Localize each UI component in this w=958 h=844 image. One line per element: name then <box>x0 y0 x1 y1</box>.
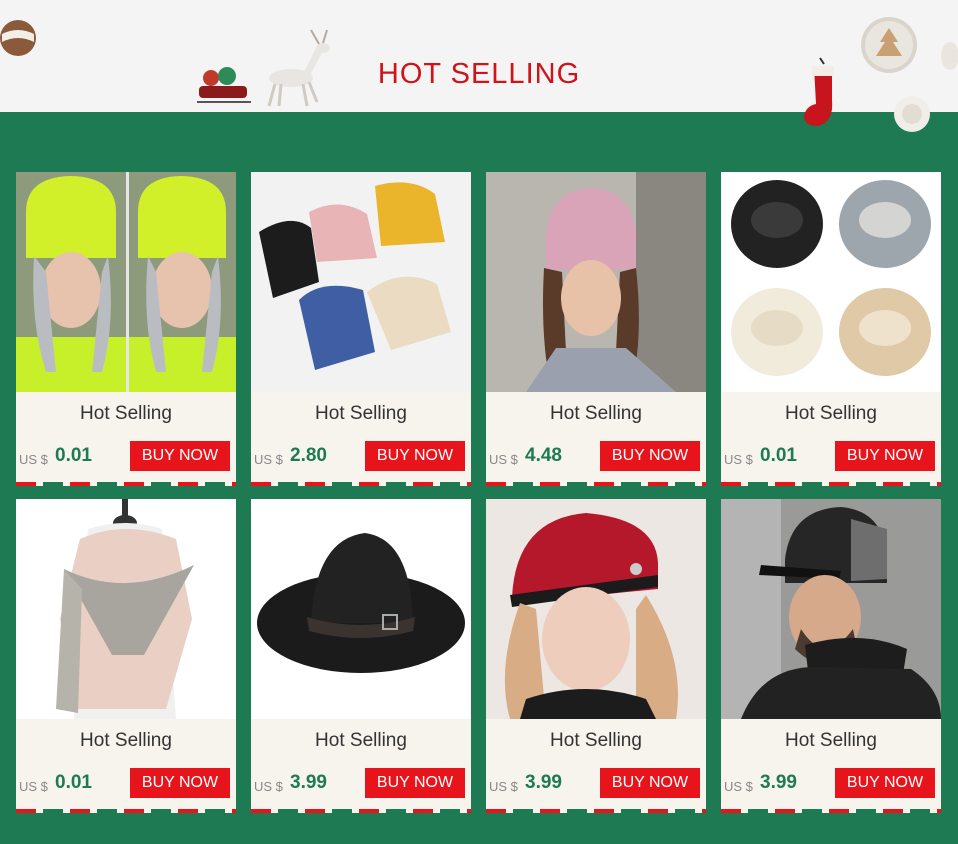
product-info: Hot Selling US $ 4.48 BUY NOW <box>486 392 706 486</box>
product-info: Hot Selling US $ 3.99 BUY NOW <box>251 719 471 813</box>
card-divider <box>16 809 236 813</box>
product-price: 0.01 <box>55 772 92 793</box>
product-info: Hot Selling US $ 3.99 BUY NOW <box>721 719 941 813</box>
product-name[interactable]: Hot Selling <box>721 403 941 425</box>
card-divider <box>251 809 471 813</box>
product-info: Hot Selling US $ 3.99 BUY NOW <box>486 719 706 813</box>
product-info: Hot Selling US $ 0.01 BUY NOW <box>16 719 236 813</box>
price-currency: US $ <box>724 779 753 794</box>
product-name[interactable]: Hot Selling <box>251 403 471 425</box>
tree-ornament-button-icon <box>861 17 917 73</box>
product-card[interactable]: Hot Selling US $ 0.01 BUY NOW <box>16 172 236 486</box>
product-price: 0.01 <box>55 445 92 466</box>
product-image[interactable] <box>251 499 471 719</box>
product-price: 4.48 <box>525 445 562 466</box>
buy-now-button[interactable]: BUY NOW <box>835 768 935 798</box>
product-image[interactable] <box>251 172 471 392</box>
pinecone-icon <box>941 42 958 70</box>
product-price: 0.01 <box>760 445 797 466</box>
price-currency: US $ <box>19 779 48 794</box>
product-name[interactable]: Hot Selling <box>251 730 471 752</box>
buy-now-button[interactable]: BUY NOW <box>600 768 700 798</box>
price-currency: US $ <box>489 779 518 794</box>
price-currency: US $ <box>19 452 48 467</box>
christmas-stocking-icon <box>804 57 834 126</box>
product-card[interactable]: Hot Selling US $ 4.48 BUY NOW <box>486 172 706 486</box>
product-price: 3.99 <box>525 772 562 793</box>
product-image[interactable] <box>16 172 236 392</box>
price-currency: US $ <box>724 452 753 467</box>
product-name[interactable]: Hot Selling <box>721 730 941 752</box>
buy-now-button[interactable]: BUY NOW <box>365 441 465 471</box>
product-card[interactable]: Hot Selling US $ 3.99 BUY NOW <box>721 499 941 813</box>
product-name[interactable]: Hot Selling <box>486 730 706 752</box>
card-divider <box>486 482 706 486</box>
product-image[interactable] <box>721 172 941 392</box>
product-image[interactable] <box>16 499 236 719</box>
card-divider <box>721 809 941 813</box>
pinecone-icon <box>894 96 930 132</box>
product-card[interactable]: Hot Selling US $ 0.01 BUY NOW <box>721 172 941 486</box>
buy-now-button[interactable]: BUY NOW <box>130 768 230 798</box>
product-price: 3.99 <box>760 772 797 793</box>
card-divider <box>251 482 471 486</box>
product-price: 2.80 <box>290 445 327 466</box>
buy-now-button[interactable]: BUY NOW <box>365 768 465 798</box>
product-card[interactable]: Hot Selling US $ 0.01 BUY NOW <box>16 499 236 813</box>
buy-now-button[interactable]: BUY NOW <box>835 441 935 471</box>
buy-now-button[interactable]: BUY NOW <box>130 441 230 471</box>
card-divider <box>16 482 236 486</box>
product-card[interactable]: Hot Selling US $ 3.99 BUY NOW <box>251 499 471 813</box>
hot-selling-banner: HOT SELLING <box>0 0 958 152</box>
product-card[interactable]: Hot Selling US $ 2.80 BUY NOW <box>251 172 471 486</box>
card-divider <box>486 809 706 813</box>
product-image[interactable] <box>486 499 706 719</box>
price-currency: US $ <box>254 452 283 467</box>
product-price: 3.99 <box>290 772 327 793</box>
buy-now-button[interactable]: BUY NOW <box>600 441 700 471</box>
product-card[interactable]: Hot Selling US $ 3.99 BUY NOW <box>486 499 706 813</box>
product-name[interactable]: Hot Selling <box>486 403 706 425</box>
product-image[interactable] <box>721 499 941 719</box>
product-info: Hot Selling US $ 0.01 BUY NOW <box>721 392 941 486</box>
product-info: Hot Selling US $ 2.80 BUY NOW <box>251 392 471 486</box>
product-name[interactable]: Hot Selling <box>16 403 236 425</box>
product-info: Hot Selling US $ 0.01 BUY NOW <box>16 392 236 486</box>
ornament-ball-icon <box>0 20 36 56</box>
card-divider <box>721 482 941 486</box>
product-image[interactable] <box>486 172 706 392</box>
price-currency: US $ <box>254 779 283 794</box>
product-name[interactable]: Hot Selling <box>16 730 236 752</box>
price-currency: US $ <box>489 452 518 467</box>
